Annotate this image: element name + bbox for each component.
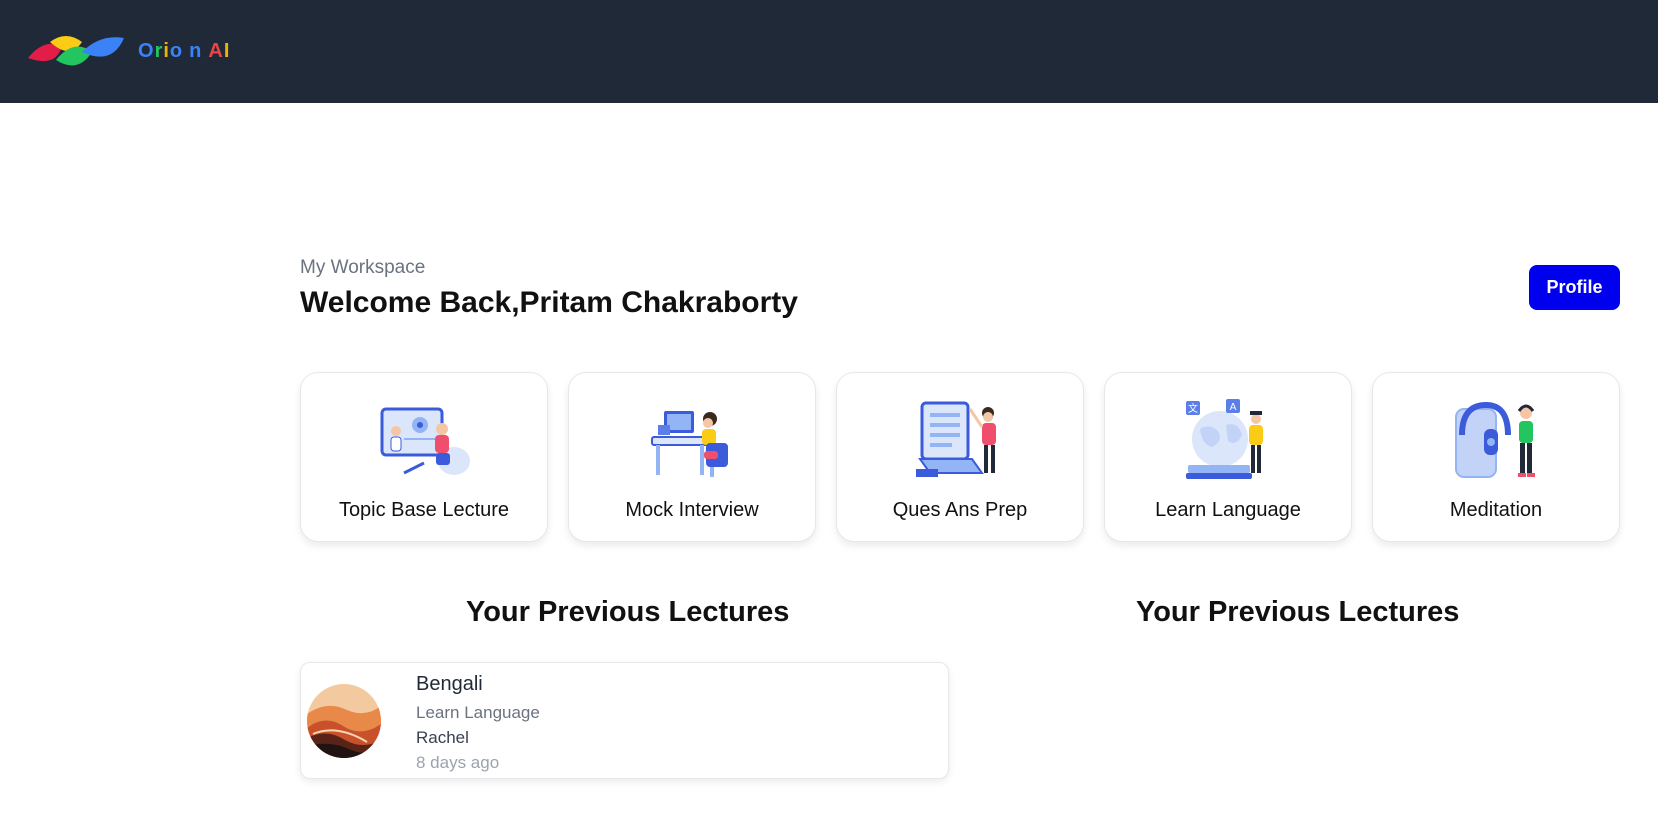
previous-lectures-heading-left: Your Previous Lectures	[466, 596, 790, 628]
lecture-category: Learn Language	[416, 703, 540, 722]
meditation-illustration-icon	[1455, 401, 1535, 478]
card-title: Topic Base Lecture	[338, 499, 510, 521]
svg-text:文: 文	[1188, 402, 1198, 415]
lecture-illustration-icon	[380, 407, 470, 475]
workspace-label: My Workspace	[300, 257, 426, 278]
card-ques-ans-prep[interactable]: Ques Ans Prep	[836, 372, 1084, 542]
brand-letter: A	[208, 40, 224, 62]
previous-lectures-heading-right: Your Previous Lectures	[1136, 596, 1460, 628]
profile-button[interactable]: Profile	[1529, 265, 1620, 310]
brand-name: Orio n AI	[138, 40, 230, 63]
lecture-timestamp: 8 days ago	[416, 753, 500, 772]
svg-text:A: A	[1230, 402, 1237, 413]
brand-letter: n	[189, 40, 203, 62]
card-mock-interview[interactable]: Mock Interview	[568, 372, 816, 542]
card-meditation[interactable]: Meditation	[1372, 372, 1620, 542]
brand-letter: O	[138, 40, 155, 62]
language-illustration-icon: 文 A	[1186, 399, 1263, 479]
card-learn-language[interactable]: 文 A Learn Language	[1104, 372, 1352, 542]
lecture-teacher: Rachel	[416, 728, 469, 747]
page-title: Welcome Back,Pritam Chakraborty	[300, 286, 798, 319]
brand-letter: r	[154, 40, 164, 62]
interview-illustration-icon	[651, 411, 728, 477]
feature-cards: Topic Base Lecture Mock Interview Ques A…	[300, 372, 1620, 542]
orion-logo-icon	[28, 35, 124, 65]
quiz-illustration-icon	[916, 401, 996, 477]
card-topic-base-lecture[interactable]: Topic Base Lecture	[300, 372, 548, 542]
card-title: Mock Interview	[625, 499, 759, 521]
lecture-thumbnail	[307, 684, 381, 758]
card-title: Ques Ans Prep	[892, 499, 1028, 521]
top-navbar: Orio n AI	[0, 0, 1658, 103]
lecture-name: Bengali	[416, 673, 483, 695]
card-title: Learn Language	[1155, 499, 1301, 521]
brand-logo[interactable]: Orio n AI	[26, 32, 230, 72]
brand-letter: o	[169, 40, 184, 62]
brand-letter: I	[223, 40, 231, 62]
lecture-card[interactable]: Bengali Learn Language Rachel 8 days ago	[300, 662, 949, 779]
card-title: Meditation	[1449, 499, 1543, 521]
